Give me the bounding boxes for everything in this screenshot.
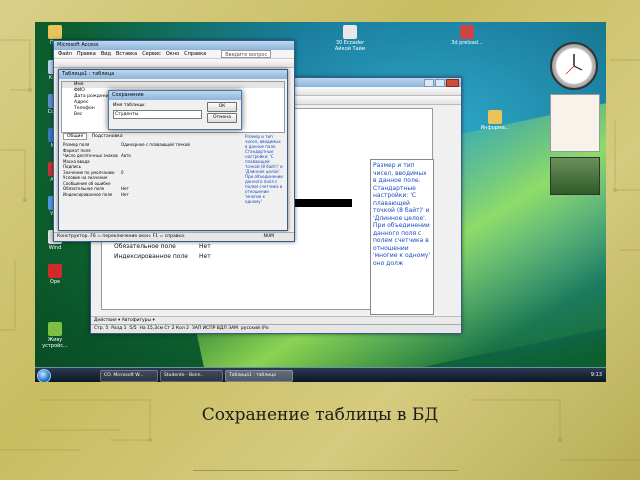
property-help-text: Размер и тип чисел, вводимых в данное по…	[245, 134, 283, 204]
ok-button[interactable]: ОК	[207, 102, 237, 112]
save-dialog[interactable]: Сохранение Имя таблицы: Студенты ОК Отме…	[108, 90, 242, 130]
calendar-gadget	[550, 94, 600, 152]
tab-lookup[interactable]: Подстановка	[89, 134, 126, 139]
maximize-button[interactable]	[435, 79, 445, 87]
table-name-input[interactable]: Студенты	[113, 110, 202, 119]
photo-gadget	[550, 157, 600, 195]
access-toolbar[interactable]	[54, 59, 294, 68]
menu-tools[interactable]: Сервис	[142, 50, 161, 58]
close-button[interactable]	[446, 79, 459, 87]
taskbar-button[interactable]: CO. Microsoft W...	[100, 370, 158, 382]
word-statusbar: Стр. 5 Разд 1 5/5 На 15,3см Ст 2 Кол 2 З…	[91, 324, 461, 333]
clock-hands-icon	[565, 54, 583, 75]
menu-window[interactable]: Окно	[166, 50, 179, 58]
help-search-box[interactable]: Введите вопрос	[221, 50, 272, 58]
slide-caption: Сохранение таблицы в БД	[201, 405, 439, 425]
folder-icon[interactable]: Информа...	[475, 110, 515, 131]
properties-tabs[interactable]: Общие Подстановка	[63, 133, 126, 140]
tab-general[interactable]: Общие	[63, 133, 88, 140]
taskbar-button[interactable]: Таблица1 : таблица	[225, 370, 293, 382]
desktop-icon[interactable]: 3d preload...	[447, 25, 487, 46]
desktop-icon[interactable]: 30 Ecoader Айкой Тайи	[330, 25, 370, 52]
start-button[interactable]	[37, 369, 51, 382]
taskbar-button[interactable]: Studente - Bonn..	[160, 370, 223, 382]
menu-help[interactable]: Справка	[184, 50, 206, 58]
menu-file[interactable]: Файл	[58, 50, 72, 58]
save-dialog-title[interactable]: Сохранение	[109, 91, 241, 100]
desktop-icon[interactable]: Ope	[35, 264, 75, 285]
caption-divider	[193, 470, 458, 471]
properties-list[interactable]: Размер поля Одинарное с плавающей точкой …	[63, 142, 223, 197]
menu-view[interactable]: Вид	[101, 50, 111, 58]
access-menubar[interactable]: Файл Правка Вид Вставка Сервис Окно Спра…	[54, 50, 294, 59]
menu-insert[interactable]: Вставка	[116, 50, 137, 58]
help-text-box: Размер и тип чисел, вводимых в данное по…	[370, 159, 434, 315]
access-titlebar[interactable]: Microsoft Access	[54, 41, 294, 50]
desktop-icon[interactable]: Живу устройс...	[35, 322, 75, 349]
cancel-button[interactable]: Отмена	[207, 113, 237, 123]
desktop-screenshot: Пол Корз Comp Net Ado Win Wind Ope Живу …	[35, 22, 606, 382]
table-titlebar[interactable]: Таблица1 : таблица	[59, 70, 287, 79]
taskbar: CO. Microsoft W... Studente - Bonn.. Таб…	[35, 367, 606, 382]
property-row[interactable]: Индексированное поле Нет	[63, 192, 223, 198]
taskbar-clock: 9:13	[590, 372, 602, 378]
clock-gadget	[550, 42, 598, 90]
access-statusbar: Конструктор. F6 = переключение окон. F1 …	[54, 232, 294, 241]
menu-edit[interactable]: Правка	[77, 50, 96, 58]
doc-row: Индексированное поле Нет	[114, 253, 211, 260]
access-window[interactable]: Microsoft Access Файл Правка Вид Вставка…	[53, 40, 295, 242]
table-name-label: Имя таблицы:	[113, 103, 146, 108]
minimize-button[interactable]	[424, 79, 434, 87]
doc-row: Обязательное поле Нет	[114, 243, 211, 250]
